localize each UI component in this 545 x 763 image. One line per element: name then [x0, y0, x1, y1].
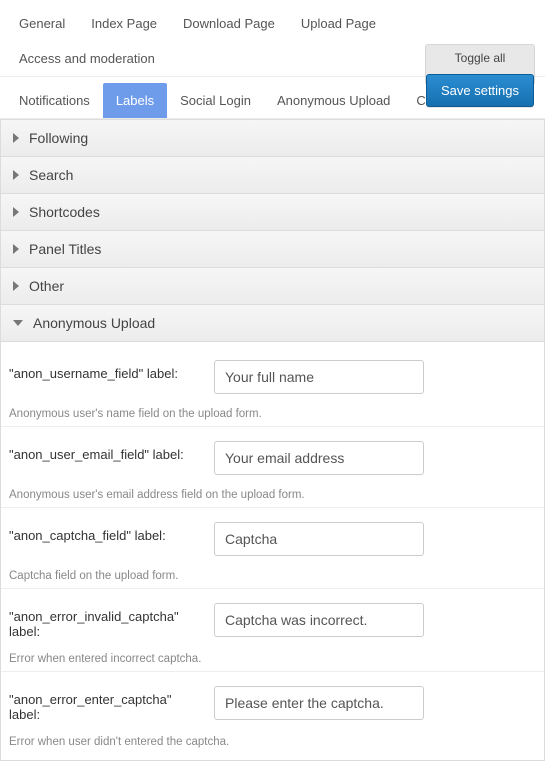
tab-upload-page[interactable]: Upload Page — [288, 6, 389, 41]
field-anon-username-label: "anon_username_field" label: — [9, 360, 204, 381]
field-anon-captcha-help: Captcha field on the upload form. — [9, 570, 536, 582]
tab-social-login[interactable]: Social Login — [167, 83, 264, 118]
tab-anonymous-upload[interactable]: Anonymous Upload — [264, 83, 403, 118]
field-anon-error-invalid-captcha-help: Error when entered incorrect captcha. — [9, 653, 536, 665]
anon-captcha-input[interactable] — [214, 522, 424, 556]
top-right-actions: Toggle all Save settings — [425, 44, 535, 107]
caret-right-icon — [13, 133, 19, 143]
section-search[interactable]: Search — [0, 157, 545, 194]
section-shortcodes[interactable]: Shortcodes — [0, 194, 545, 231]
section-other[interactable]: Other — [0, 268, 545, 305]
section-following[interactable]: Following — [0, 119, 545, 157]
section-other-label: Other — [29, 278, 64, 294]
tab-index-page[interactable]: Index Page — [78, 6, 170, 41]
section-panel-titles-label: Panel Titles — [29, 241, 101, 257]
field-anon-email-label: "anon_user_email_field" label: — [9, 441, 204, 462]
field-anon-error-enter-captcha-help: Error when user didn't entered the captc… — [9, 736, 536, 748]
tab-access-moderation[interactable]: Access and moderation — [6, 41, 168, 76]
anon-username-input[interactable] — [214, 360, 424, 394]
anon-email-input[interactable] — [214, 441, 424, 475]
caret-right-icon — [13, 207, 19, 217]
field-anon-username-help: Anonymous user's name field on the uploa… — [9, 408, 536, 420]
field-anon-error-enter-captcha: "anon_error_enter_captcha" label: Error … — [1, 671, 544, 754]
anon-error-enter-captcha-input[interactable] — [214, 686, 424, 720]
tab-labels[interactable]: Labels — [103, 83, 167, 118]
field-anon-email-help: Anonymous user's email address field on … — [9, 489, 536, 501]
tab-general[interactable]: General — [6, 6, 78, 41]
field-anon-captcha: "anon_captcha_field" label: Captcha fiel… — [1, 507, 544, 588]
field-anon-error-invalid-captcha-label: "anon_error_invalid_captcha" label: — [9, 603, 204, 639]
field-anon-captcha-label: "anon_captcha_field" label: — [9, 522, 204, 543]
section-shortcodes-label: Shortcodes — [29, 204, 100, 220]
caret-right-icon — [13, 244, 19, 254]
caret-right-icon — [13, 281, 19, 291]
section-following-label: Following — [29, 130, 88, 146]
field-anon-error-enter-captcha-label: "anon_error_enter_captcha" label: — [9, 686, 204, 722]
section-anonymous-upload[interactable]: Anonymous Upload — [0, 305, 545, 342]
section-panel-titles[interactable]: Panel Titles — [0, 231, 545, 268]
field-anon-email: "anon_user_email_field" label: Anonymous… — [1, 426, 544, 507]
section-anonymous-upload-body: "anon_username_field" label: Anonymous u… — [0, 342, 545, 761]
field-anon-username: "anon_username_field" label: Anonymous u… — [1, 346, 544, 426]
caret-right-icon — [13, 170, 19, 180]
field-anon-error-invalid-captcha: "anon_error_invalid_captcha" label: Erro… — [1, 588, 544, 671]
anon-error-invalid-captcha-input[interactable] — [214, 603, 424, 637]
tab-notifications[interactable]: Notifications — [6, 83, 103, 118]
caret-down-icon — [13, 320, 23, 326]
section-anonymous-upload-label: Anonymous Upload — [33, 315, 155, 331]
save-settings-button[interactable]: Save settings — [426, 74, 534, 107]
section-search-label: Search — [29, 167, 73, 183]
accordion: Following Search Shortcodes Panel Titles… — [0, 119, 545, 763]
tab-download-page[interactable]: Download Page — [170, 6, 288, 41]
